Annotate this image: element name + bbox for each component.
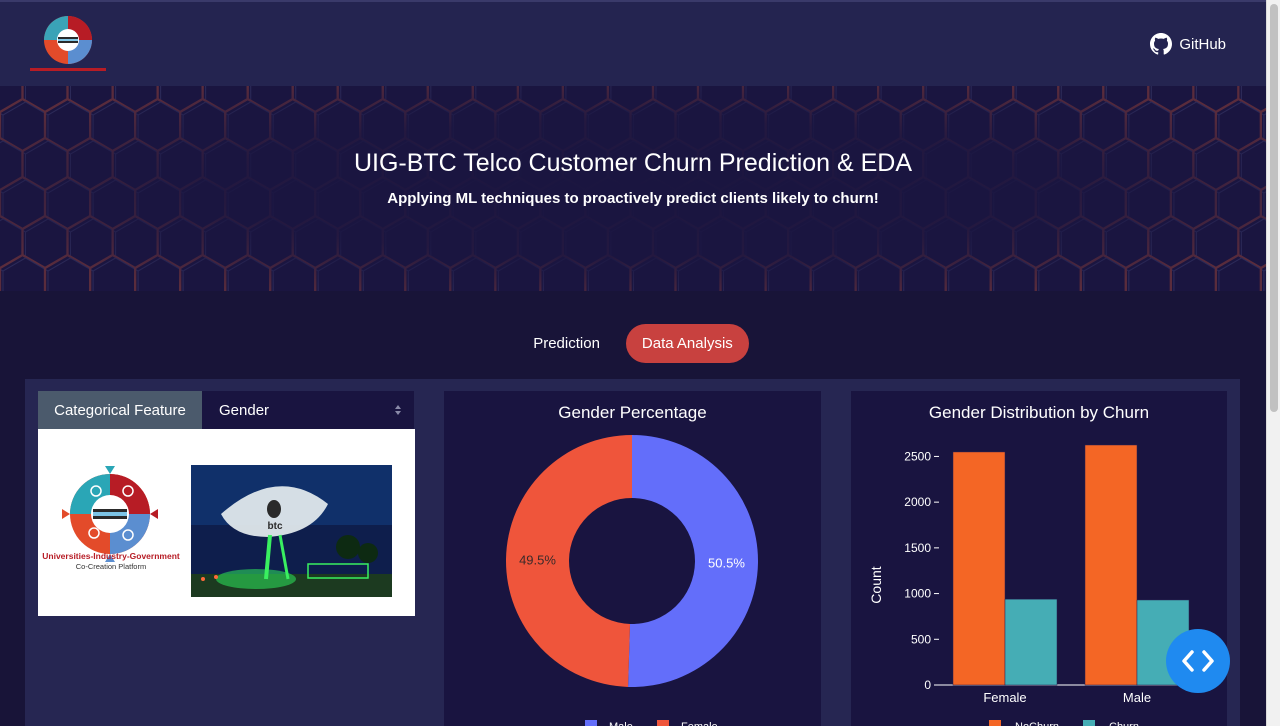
scrollbar-thumb[interactable] — [1270, 4, 1278, 412]
y-tick-label: 500 — [911, 632, 931, 646]
legend-swatch-nochurn — [989, 720, 1001, 726]
y-tick-label: 1500 — [904, 541, 931, 555]
y-axis-title: Count — [868, 566, 884, 603]
y-tick-label: 0 — [924, 678, 931, 692]
tab-data-analysis[interactable]: Data Analysis — [625, 324, 749, 363]
uig-platform-logo — [62, 466, 158, 562]
y-tick-label: 2000 — [904, 495, 931, 509]
y-tick-label: 1000 — [904, 587, 931, 601]
feature-selector: Categorical Feature Gender — [38, 391, 414, 429]
select-arrows-icon — [395, 405, 401, 415]
bar-churn-female — [1004, 598, 1058, 686]
legend-label-churn: Churn — [1109, 721, 1139, 726]
code-toggle-button[interactable] — [1166, 629, 1230, 693]
legend-label-female: Female — [681, 721, 718, 726]
github-icon — [1150, 33, 1173, 55]
donut-chart: 50.5% 49.5% Male Female — [505, 435, 758, 726]
x-tick-label: Male — [1123, 690, 1151, 705]
navbar: GitHub — [0, 0, 1266, 86]
github-label: GitHub — [1179, 35, 1226, 53]
hex-pattern — [0, 86, 1266, 291]
legend-label-nochurn: NoChurn — [1015, 721, 1059, 726]
bar-nochurn-female — [952, 451, 1006, 686]
legend-swatch-female — [657, 720, 669, 726]
legend-label-male: Male — [609, 721, 633, 726]
page-scrollbar[interactable] — [1266, 0, 1280, 726]
bar-chart-title: Gender Distribution by Churn — [928, 403, 1150, 422]
code-icon — [1182, 650, 1214, 672]
selector-label: Categorical Feature — [38, 391, 202, 429]
donut-label-female: 49.5% — [519, 553, 556, 568]
feature-dropdown-value: Gender — [219, 401, 270, 419]
legend-swatch-male — [585, 720, 597, 726]
uig-logo[interactable] — [28, 12, 108, 74]
page-subtitle: Applying ML techniques to proactively pr… — [387, 190, 879, 207]
hero-banner: UIG-BTC Telco Customer Churn Prediction … — [0, 86, 1266, 291]
page-title: UIG-BTC Telco Customer Churn Prediction … — [353, 149, 913, 177]
legend-swatch-churn — [1083, 720, 1095, 726]
analysis-content: Categorical Feature Gender Universities-… — [25, 379, 1240, 726]
donut-chart-title: Gender Percentage — [558, 403, 707, 422]
tab-bar: Prediction Data Analysis — [0, 324, 1266, 363]
uig-caption-line1: Universities-Industry-Government — [42, 551, 180, 561]
feature-dropdown[interactable]: Gender — [202, 391, 414, 429]
gender-percentage-panel: Gender Percentage 50.5% 49.5% Male Female — [444, 391, 821, 726]
github-link[interactable]: GitHub — [1149, 32, 1226, 56]
y-tick-label: 2500 — [904, 449, 931, 463]
tab-prediction[interactable]: Prediction — [517, 324, 616, 363]
donut-label-male: 50.5% — [708, 555, 745, 570]
uig-caption-line2: Co-Creation Platform — [76, 562, 146, 571]
bar-nochurn-male — [1084, 444, 1138, 686]
btc-photo-label: btc — [268, 521, 283, 532]
partner-images: Universities-Industry-Government Co-Crea… — [38, 429, 415, 616]
x-tick-label: Female — [983, 690, 1026, 705]
btc-satellite-photo: btc — [191, 465, 392, 597]
